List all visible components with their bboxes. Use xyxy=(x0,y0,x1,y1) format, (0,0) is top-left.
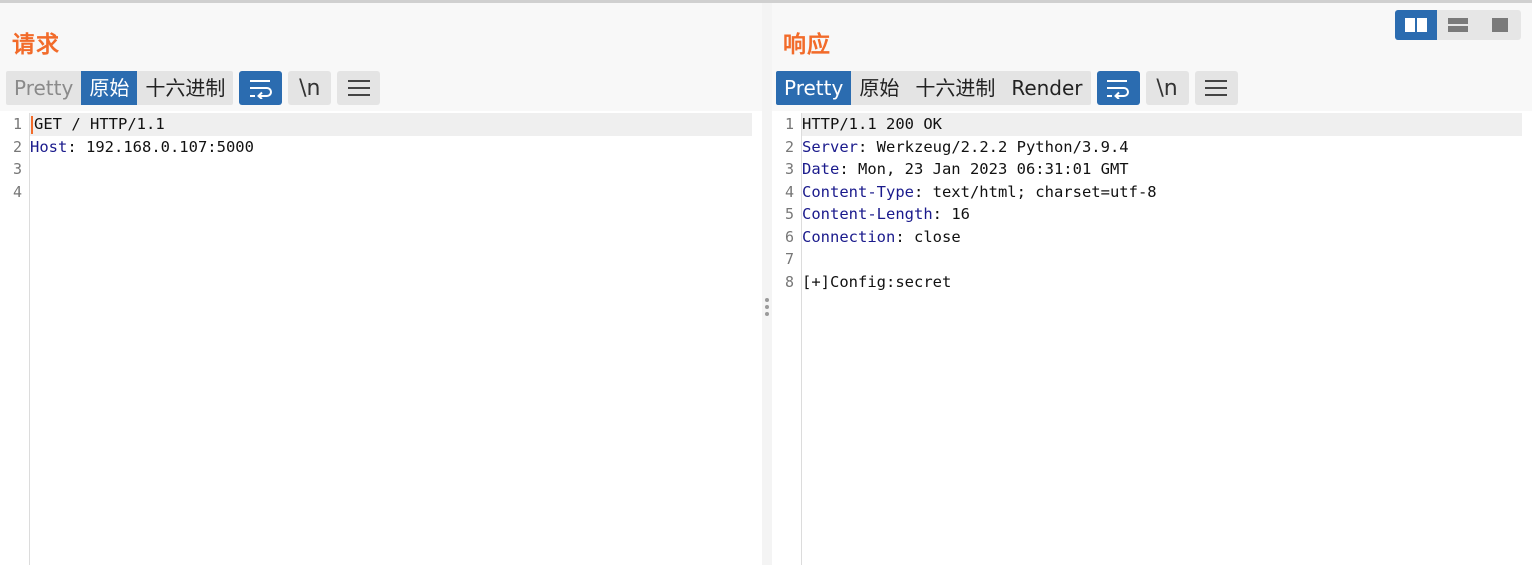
line-number: 4 xyxy=(784,182,794,201)
line-number: 1 xyxy=(784,115,794,133)
line-text: GET / HTTP/1.1 xyxy=(34,115,165,133)
newline-icon: \n xyxy=(299,75,321,101)
header-name: Connection xyxy=(802,227,896,246)
request-view-tabs: Pretty 原始 十六进制 xyxy=(6,71,234,105)
header-value: : Werkzeug/2.2.2 Python/3.9.4 xyxy=(858,137,1129,156)
code-line[interactable]: 1 HTTP/1.1 200 OK xyxy=(785,113,1522,136)
word-wrap-icon xyxy=(1107,80,1130,99)
line-number: 6 xyxy=(784,227,794,246)
response-tab-raw[interactable]: 原始 xyxy=(851,71,907,105)
code-line[interactable]: 4 Content-Type: text/html; charset=utf-8 xyxy=(785,181,1522,204)
header-name: Server xyxy=(802,137,858,156)
divider-grip-dot xyxy=(765,298,769,302)
code-line[interactable]: 2 Server: Werkzeug/2.2.2 Python/3.9.4 xyxy=(785,136,1522,159)
header-name: Date xyxy=(802,160,840,178)
response-title: 响应 xyxy=(783,32,831,58)
line-number: 1 xyxy=(12,115,22,133)
request-title: 请求 xyxy=(12,32,60,58)
layout-stacked-button[interactable] xyxy=(1437,10,1479,40)
line-text: HTTP/1.1 200 OK xyxy=(802,115,942,133)
response-view-tabs: Pretty 原始 十六进制 Render xyxy=(776,71,1091,105)
request-newline-button[interactable]: \n xyxy=(288,71,332,105)
line-number: 2 xyxy=(784,137,794,156)
response-tab-hex[interactable]: 十六进制 xyxy=(907,71,1003,105)
request-code[interactable]: 1 GET / HTTP/1.1 2 Host: 192.168.0.107:500… xyxy=(13,113,752,565)
response-pane: 响应 Pretty 原始 十六进制 Render \n 1 HTTP/1.1 2… xyxy=(772,3,1532,565)
code-line[interactable]: 8 [+]Config:secret xyxy=(785,271,1522,294)
response-tab-pretty[interactable]: Pretty xyxy=(776,71,852,105)
line-number: 3 xyxy=(784,160,794,178)
layout-single-icon xyxy=(1492,18,1508,32)
response-editor[interactable]: 1 HTTP/1.1 200 OK 2 Server: Werkzeug/2.2.2… xyxy=(772,113,1532,565)
response-newline-button[interactable]: \n xyxy=(1145,71,1189,105)
divider-grip-dot xyxy=(765,312,769,316)
code-line[interactable]: 1 GET / HTTP/1.1 xyxy=(13,113,752,136)
request-toolbar: Pretty 原始 十六进制 \n xyxy=(6,71,381,105)
line-number: 4 xyxy=(12,182,22,201)
divider-grip-dot xyxy=(765,305,769,309)
code-line[interactable]: 7 xyxy=(785,248,1522,271)
line-number: 7 xyxy=(784,250,794,268)
request-menu-button[interactable] xyxy=(337,71,381,105)
header-value: : Mon, 23 Jan 2023 06:31:01 GMT xyxy=(839,160,1129,178)
header-name: Content-Type xyxy=(802,182,914,201)
header-name: Host xyxy=(30,137,68,156)
response-tab-render[interactable]: Render xyxy=(1003,71,1090,105)
line-number: 3 xyxy=(12,160,22,178)
response-toolbar: Pretty 原始 十六进制 Render \n xyxy=(776,71,1238,105)
code-line[interactable]: 3 xyxy=(13,158,752,181)
header-value: : text/html; charset=utf-8 xyxy=(913,182,1157,201)
newline-icon: \n xyxy=(1156,75,1178,101)
line-number: 5 xyxy=(784,205,794,223)
request-editor[interactable]: 1 GET / HTTP/1.1 2 Host: 192.168.0.107:500… xyxy=(0,113,762,565)
response-wrap-button[interactable] xyxy=(1096,71,1140,105)
layout-single-button[interactable] xyxy=(1479,10,1521,40)
request-header: 请求 Pretty 原始 十六进制 \n xyxy=(0,3,762,111)
word-wrap-icon xyxy=(249,80,272,99)
request-tab-raw[interactable]: 原始 xyxy=(81,71,138,105)
request-tab-hex[interactable]: 十六进制 xyxy=(137,71,233,105)
code-line[interactable]: 3 Date: Mon, 23 Jan 2023 06:31:01 GMT xyxy=(785,158,1522,181)
code-line[interactable]: 6 Connection: close xyxy=(785,226,1522,249)
request-tab-pretty[interactable]: Pretty xyxy=(6,71,81,105)
layout-columns-icon xyxy=(1405,18,1427,32)
response-menu-button[interactable] xyxy=(1194,71,1238,105)
code-line[interactable]: 5 Content-Length: 16 xyxy=(785,203,1522,226)
header-value: : 192.168.0.107:5000 xyxy=(67,137,254,156)
hamburger-menu-icon xyxy=(347,80,370,96)
code-line[interactable]: 4 xyxy=(13,181,752,204)
header-name: Content-Length xyxy=(802,205,933,223)
layout-rows-icon xyxy=(1448,18,1468,32)
hamburger-menu-icon xyxy=(1205,80,1228,96)
line-number: 8 xyxy=(784,272,794,291)
layout-side-by-side-button[interactable] xyxy=(1395,10,1437,40)
layout-switcher xyxy=(1395,10,1521,40)
request-wrap-button[interactable] xyxy=(239,71,283,105)
response-code[interactable]: 1 HTTP/1.1 200 OK 2 Server: Werkzeug/2.2.2… xyxy=(785,113,1522,565)
pane-divider[interactable] xyxy=(762,3,772,565)
code-line[interactable]: 2 Host: 192.168.0.107:5000 xyxy=(13,136,752,159)
request-pane: 请求 Pretty 原始 十六进制 \n 1 GET / HTTP/1.1 2 … xyxy=(0,3,762,565)
text-caret xyxy=(31,115,33,134)
header-value: : close xyxy=(895,227,961,246)
header-value: : 16 xyxy=(932,205,970,223)
line-text: [+]Config:secret xyxy=(802,272,952,291)
line-number: 2 xyxy=(12,137,22,156)
